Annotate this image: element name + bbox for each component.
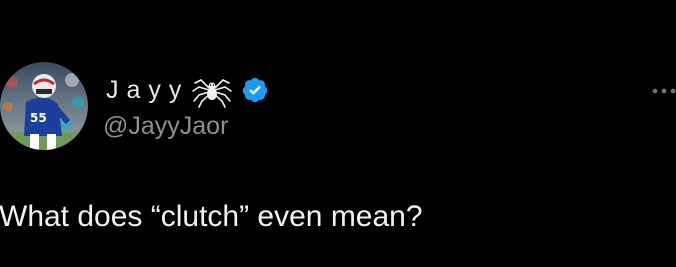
more-options-icon[interactable] [650,83,676,94]
author-name-text[interactable]: Jayy [106,76,189,105]
author-display-name[interactable]: Jayy [106,71,269,109]
tweet-text: What does “clutch” even mean? [0,200,423,233]
author-handle[interactable]: @JayyJaor [103,112,228,141]
svg-text:55: 55 [30,111,47,125]
author-avatar[interactable]: 55 [0,62,88,150]
verified-badge-icon [241,76,269,104]
football-player-avatar-image: 55 [0,62,88,150]
spider-icon [191,71,233,109]
tweet-card: 55 Jayy @JayyJaor What does “clutch” eve… [0,0,676,267]
